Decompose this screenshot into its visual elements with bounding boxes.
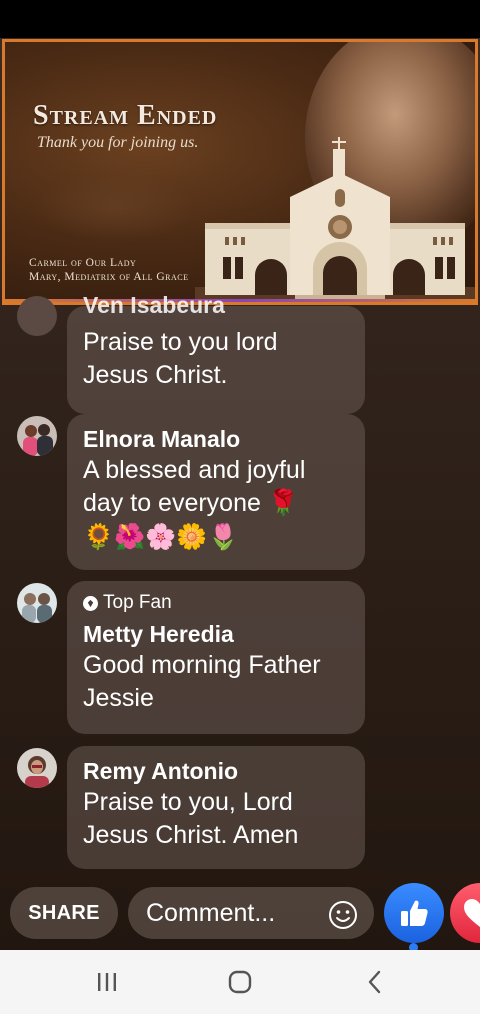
comment-author[interactable]: Ven Isabeura [83, 292, 225, 319]
avatar[interactable] [17, 748, 57, 788]
comment-author[interactable]: Remy Antonio [83, 756, 349, 786]
comment-text-line: Jessie [83, 684, 154, 712]
top-fan-label: Top Fan [103, 592, 172, 613]
church-image [195, 137, 475, 302]
video-player[interactable]: Stream Ended Thank you for joining us. C… [2, 39, 478, 305]
avatar[interactable] [17, 583, 57, 623]
stream-ended-subtitle: Thank you for joining us. [37, 134, 199, 151]
comment-placeholder: Comment... [146, 898, 276, 927]
comment-text-line: Jesus Christ. [83, 361, 228, 389]
comment-text-line: Praise to you, Lord [83, 788, 293, 816]
avatar-photo [17, 416, 57, 456]
organization-line-2: Mary, Mediatrix of All Grace [29, 271, 189, 283]
thumbs-up-icon [401, 900, 428, 926]
comment-emojis: 🌻🌺🌸🌼🌷 [83, 523, 239, 551]
like-button[interactable] [384, 883, 444, 943]
top-fan-icon [83, 595, 98, 611]
background-carvings [35, 172, 195, 242]
smiley-icon[interactable] [328, 900, 358, 930]
comment-text-line: Jesus Christ. Amen [83, 821, 299, 849]
back-icon[interactable] [360, 968, 390, 996]
comment-author[interactable]: Metty Heredia [83, 619, 349, 649]
like-active-indicator [409, 943, 418, 950]
love-button[interactable] [450, 883, 480, 943]
recent-apps-icon[interactable] [92, 968, 122, 996]
comment-bubble[interactable]: Top Fan Metty Heredia Good morning Fathe… [67, 581, 365, 734]
comment-text-line: A blessed and joyful [83, 456, 306, 484]
live-stream-screen: Stream Ended Thank you for joining us. C… [0, 38, 480, 950]
avatar[interactable] [17, 296, 57, 336]
home-icon[interactable] [225, 968, 255, 996]
system-nav-bar [0, 950, 480, 1014]
avatar[interactable] [17, 416, 57, 456]
comment-author[interactable]: Elnora Manalo [83, 424, 349, 454]
status-bar [0, 0, 480, 38]
stream-ended-title: Stream Ended [33, 100, 218, 131]
comment-bubble[interactable]: Ven Isabeura Praise to you lord Jesus Ch… [67, 292, 365, 414]
comment-text-line: day to everyone 🌹 [83, 489, 299, 517]
avatar-photo [17, 583, 57, 623]
organization-line-1: Carmel of Our Lady [29, 257, 137, 269]
heart-icon [464, 899, 480, 927]
top-fan-badge: Top Fan [83, 591, 349, 615]
share-button[interactable]: SHARE [10, 887, 118, 939]
action-bar: SHARE Comment... [0, 880, 480, 950]
comment-bubble[interactable]: Remy Antonio Praise to you, Lord Jesus C… [67, 746, 365, 869]
avatar-photo [17, 748, 57, 788]
organization-caption: Carmel of Our Lady Mary, Mediatrix of Al… [29, 256, 188, 284]
comment-text-line: Good morning Father [83, 651, 321, 679]
comment-bubble[interactable]: Elnora Manalo A blessed and joyful day t… [67, 414, 365, 570]
comment-text-line: Praise to you lord [83, 328, 278, 356]
